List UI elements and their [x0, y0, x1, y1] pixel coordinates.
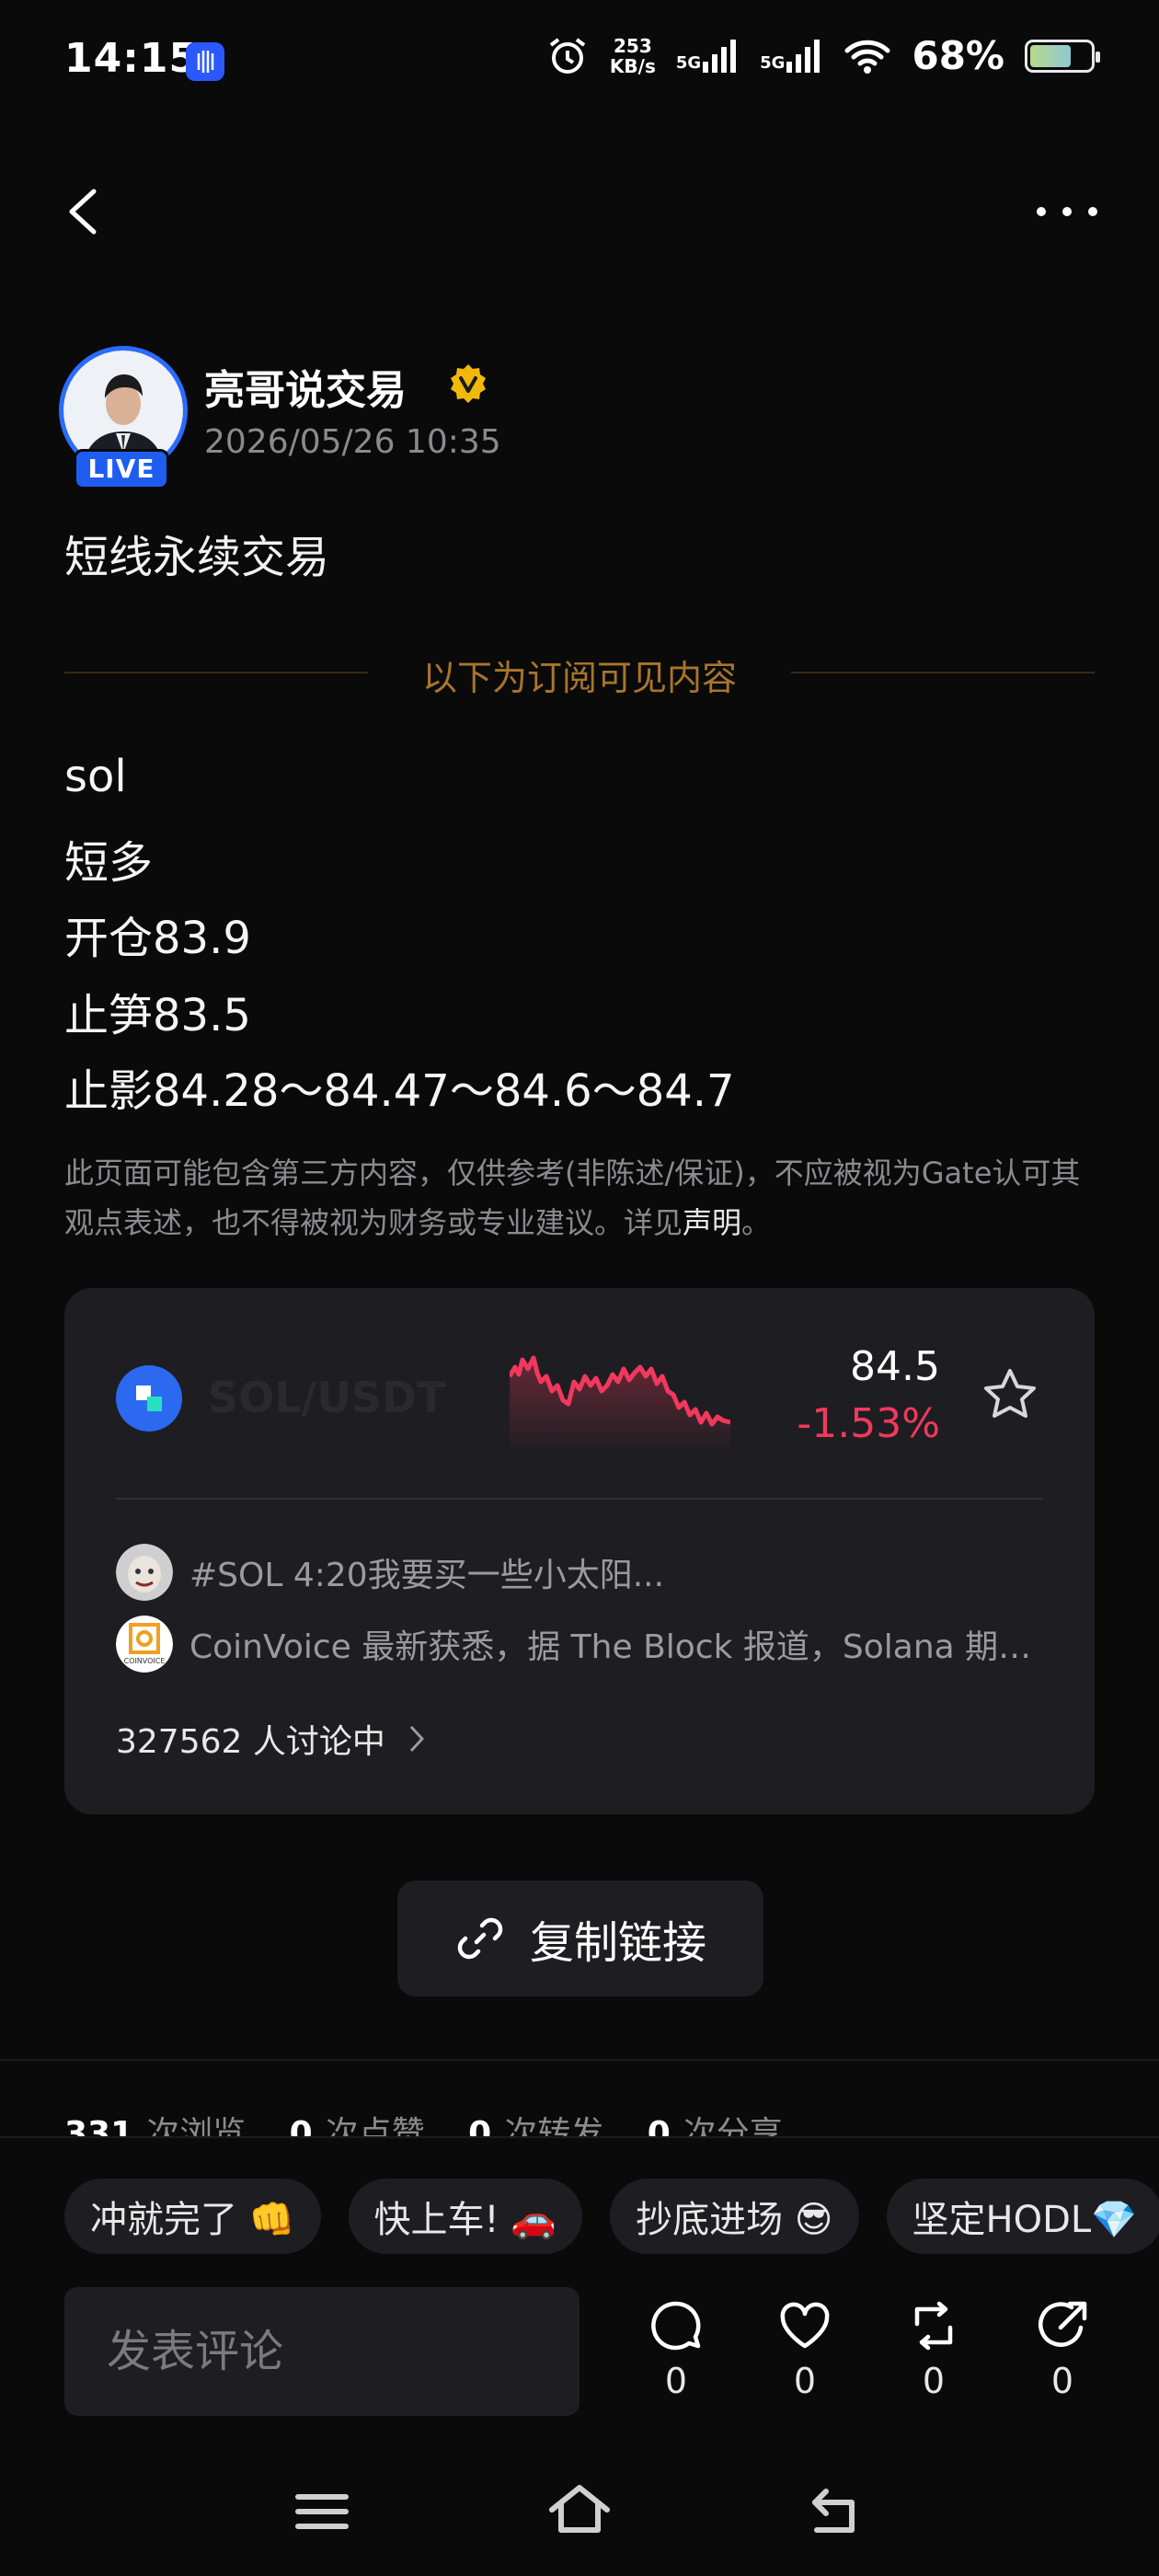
repost-button[interactable]: 0 [892, 2296, 975, 2401]
more-dots-icon [1037, 207, 1097, 216]
content-line: 短多 [64, 837, 154, 889]
back-icon [812, 2489, 855, 2533]
reaction-chip[interactable]: 抄底进场 😎 [610, 2179, 859, 2254]
sol-coin-icon [116, 1365, 182, 1432]
price-sparkline [510, 1355, 730, 1454]
reaction-chip[interactable]: 坚定HODL💎 [886, 2179, 1159, 2254]
battery-icon [1025, 39, 1100, 73]
price: 84.5 [850, 1343, 940, 1390]
disclaimer-link[interactable]: 声明 [683, 1205, 741, 1240]
comment-icon [651, 2301, 701, 2351]
live-badge: LIVE [74, 449, 169, 489]
chevron-left-icon [69, 189, 97, 235]
user-avatar [116, 1544, 173, 1601]
like-button[interactable]: 0 [763, 2296, 846, 2401]
author-name[interactable]: 亮哥说交易 [204, 357, 407, 416]
app-notification-icon [186, 42, 224, 81]
favorite-button[interactable] [977, 1362, 1043, 1428]
discussion-link[interactable]: 327562 人讨论中 [116, 1715, 426, 1763]
market-card[interactable]: SOL/USDT 84.5 -1.53% #SOL 4:20我要买一些小太阳..… [64, 1288, 1095, 1814]
more-button[interactable] [1030, 184, 1104, 239]
heart-icon [780, 2302, 830, 2349]
post-stats: 331 次浏览 0 次点赞 0 次转发 0 次分享 [64, 2115, 783, 2138]
reaction-chip[interactable]: 快上车! 🚗 [348, 2179, 583, 2254]
back-button[interactable] [59, 180, 110, 243]
copy-link-button[interactable]: 复制链接 [397, 1880, 763, 1996]
home-icon [549, 2485, 610, 2533]
star-icon [984, 1369, 1036, 1418]
content-line: 开仓83.9 [64, 913, 251, 964]
menu-nav-button[interactable] [285, 2475, 359, 2548]
topic-item[interactable]: COINVOICE CoinVoice 最新获悉，据 The Block 报道，… [116, 1616, 1045, 1673]
menu-icon [295, 2494, 349, 2529]
reaction-chip[interactable]: 冲就完了 👊 [64, 2179, 321, 2254]
battery-percent: 68% [912, 33, 1004, 78]
post-title: 短线永续交易 [64, 532, 330, 583]
signal-icon [703, 39, 737, 73]
content-line: sol [64, 751, 127, 802]
pair-name: SOL/USDT [208, 1373, 446, 1422]
disclaimer: 此页面可能包含第三方内容，仅供参考(非陈述/保证)，不应被视为Gate认可其观点… [64, 1156, 1081, 1240]
alarm-icon [549, 37, 586, 74]
link-icon [457, 1917, 503, 1960]
net-speed: 253 KB/s [609, 34, 656, 77]
chevron-right-icon [409, 1725, 424, 1753]
home-nav-button[interactable] [543, 2475, 616, 2548]
price-change: -1.53% [797, 1400, 940, 1447]
signal-1: 5G [676, 39, 740, 73]
content-line: 止影84.28～84.47～84.6～84.7 [64, 1065, 735, 1117]
coinvoice-avatar: COINVOICE [116, 1616, 173, 1673]
back-nav-button[interactable] [800, 2475, 874, 2548]
signal-2: 5G [760, 39, 823, 73]
content-line: 止笋83.5 [64, 990, 251, 1041]
signal-icon [786, 39, 820, 73]
comment-button[interactable]: 0 [635, 2296, 717, 2401]
status-icons: 253 KB/s 5G 5G 68% [545, 33, 1100, 78]
post-timestamp: 2026/05/26 10:35 [204, 423, 501, 461]
quick-reactions: 冲就完了 👊 快上车! 🚗 抄底进场 😎 坚定HODL💎 [64, 2179, 1159, 2254]
comment-input[interactable]: 发表评论 [64, 2287, 580, 2416]
section-divider [0, 2059, 1159, 2061]
topic-item[interactable]: #SOL 4:20我要买一些小太阳... [116, 1544, 1045, 1601]
status-time: 14:15 [64, 35, 199, 82]
subscription-divider-label: 以下为订阅可见内容 [421, 658, 737, 698]
share-icon [1039, 2301, 1087, 2347]
card-divider [116, 1498, 1043, 1500]
share-button[interactable]: 0 [1021, 2296, 1104, 2401]
wifi-icon [844, 40, 890, 74]
svg-text:COINVOICE: COINVOICE [124, 1657, 166, 1665]
repost-icon [914, 2301, 953, 2351]
verified-badge-icon [447, 362, 489, 405]
